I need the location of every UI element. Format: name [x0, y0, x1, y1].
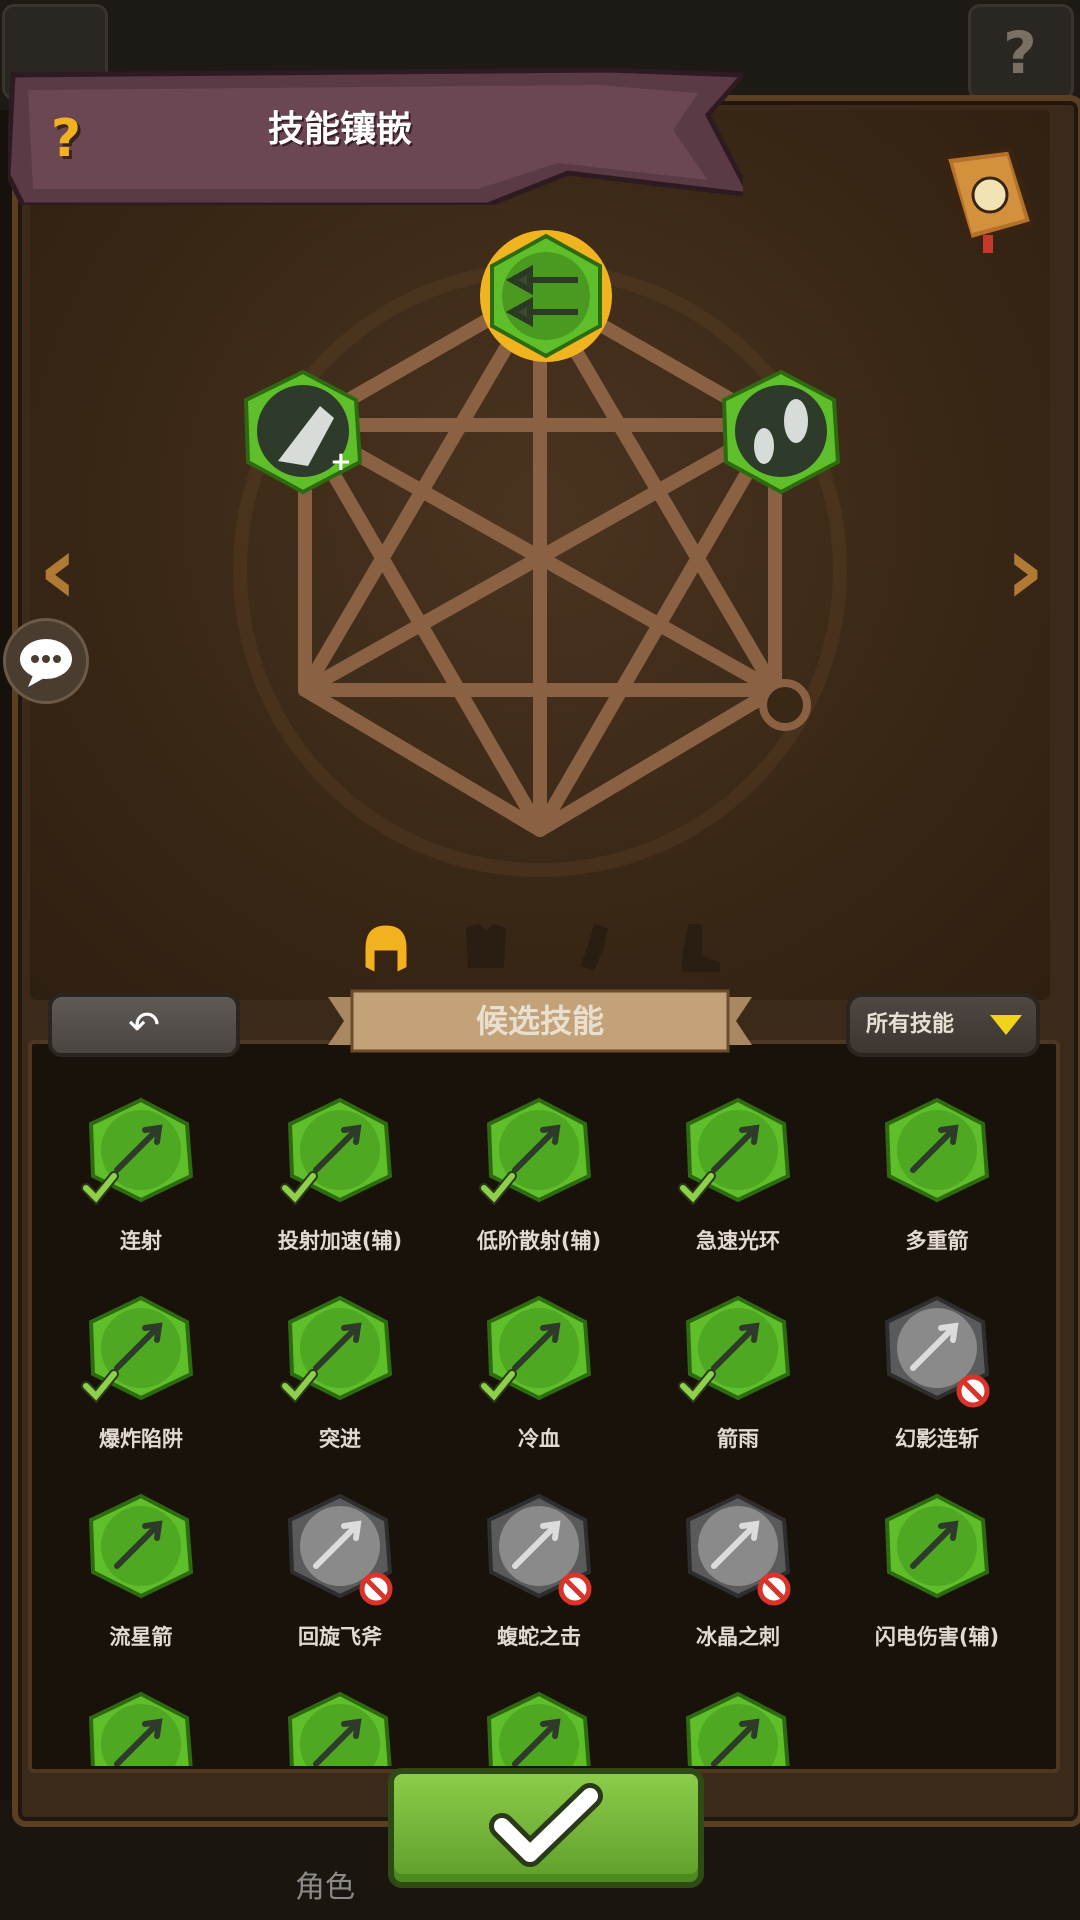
skill-label: 闪电伤害(辅) [874, 1625, 1000, 1649]
checkmark-badge-icon [479, 1171, 517, 1206]
dropdown-triangle-icon [990, 1015, 1022, 1035]
skill-label: 箭雨 [717, 1427, 759, 1451]
skill-label: 突进 [319, 1427, 361, 1451]
glove-tab[interactable] [564, 918, 624, 978]
prohibited-icon [757, 1572, 791, 1606]
skill-item[interactable]: 回旋飞斧 [265, 1492, 415, 1667]
filter-label: 所有技能 [866, 1012, 955, 1037]
chevron-left-icon[interactable]: ‹ [28, 520, 88, 620]
skill-item[interactable]: 闪电伤害(辅) [862, 1492, 1012, 1667]
poison-flask-icon [685, 1691, 790, 1766]
burst-icon [88, 1691, 193, 1766]
checkmark-badge-icon [479, 1369, 517, 1404]
skill-item[interactable]: 投射加速(辅) [265, 1096, 415, 1271]
skill-label: 幻影连斩 [895, 1427, 979, 1451]
skill-filter-dropdown[interactable]: 所有技能 [846, 993, 1040, 1057]
skill-item[interactable] [464, 1690, 614, 1766]
svg-text:+: + [330, 447, 352, 477]
prohibited-icon [359, 1572, 393, 1606]
boots-tab[interactable] [668, 918, 728, 978]
skill-label: 蝮蛇之击 [497, 1625, 581, 1649]
skill-item[interactable]: 急速光环 [663, 1096, 813, 1271]
skill-item[interactable]: 低阶散射(辅) [464, 1096, 614, 1271]
checkmark-badge-icon [678, 1171, 716, 1206]
lightning-icon [884, 1493, 990, 1599]
pentagram-slot-top[interactable] [478, 228, 614, 364]
skill-label: 流星箭 [109, 1625, 173, 1649]
skill-item[interactable]: 蝮蛇之击 [464, 1492, 614, 1667]
skill-item[interactable]: 幻影连斩 [862, 1294, 1012, 1469]
page-title: 技能镶嵌 [267, 109, 412, 150]
meteor-arrow-icon [88, 1493, 194, 1599]
skill-label: 回旋飞斧 [298, 1625, 382, 1649]
helmet-tab[interactable] [356, 918, 416, 978]
prohibited-icon [558, 1572, 592, 1606]
skill-label: 低阶散射(辅) [476, 1229, 602, 1253]
armor-tab[interactable] [456, 918, 516, 978]
skill-item[interactable]: 爆炸陷阱 [66, 1294, 216, 1469]
skill-item[interactable] [66, 1690, 216, 1766]
winged-boot-icon [486, 1691, 591, 1766]
back-button[interactable]: ↶ [48, 993, 240, 1057]
checkmark-badge-icon [81, 1369, 119, 1404]
chat-bubble-icon [20, 639, 72, 687]
skill-label: 多重箭 [905, 1229, 969, 1253]
skill-label: 急速光环 [696, 1229, 780, 1253]
skill-label: 冰晶之刺 [696, 1625, 780, 1649]
spellbook-icon[interactable] [935, 145, 1040, 255]
checkmark-badge-icon [280, 1369, 318, 1404]
checkmark-badge-icon [81, 1171, 119, 1206]
skill-label: 冷血 [518, 1427, 560, 1451]
skill-item[interactable]: 突进 [265, 1294, 415, 1469]
skill-item[interactable]: 冷血 [464, 1294, 614, 1469]
confirm-button[interactable] [388, 1768, 704, 1888]
skill-item[interactable]: 冰晶之刺 [663, 1492, 813, 1667]
pentagram-slot-right[interactable] [716, 366, 846, 496]
skill-item[interactable]: 箭雨 [663, 1294, 813, 1469]
multi-arrow-icon [884, 1097, 990, 1203]
skill-item[interactable] [265, 1690, 415, 1766]
skill-item[interactable]: 连射 [66, 1096, 216, 1271]
pentagram-slot-left[interactable]: + [238, 366, 368, 496]
skill-label: 爆炸陷阱 [99, 1427, 183, 1451]
skill-item[interactable] [663, 1690, 813, 1766]
skill-label: 连射 [120, 1229, 162, 1253]
empty-slot-icon [759, 679, 811, 731]
help-icon[interactable]: ? [40, 108, 92, 170]
skill-item[interactable]: 多重箭 [862, 1096, 1012, 1271]
chevron-right-icon[interactable]: › [995, 520, 1055, 620]
checkmark-icon [489, 1783, 603, 1867]
checkmark-badge-icon [280, 1171, 318, 1206]
checkmark-badge-icon [678, 1369, 716, 1404]
spiked-shield-icon [287, 1691, 392, 1766]
skill-label: 投射加速(辅) [277, 1229, 403, 1253]
candidate-skills-label: 候选技能 [475, 1002, 604, 1040]
role-tab-label[interactable]: 角色 [270, 1865, 380, 1910]
chat-button[interactable] [3, 618, 89, 704]
top-help-icon[interactable]: ? [990, 18, 1050, 88]
undo-arrow-icon: ↶ [128, 1003, 160, 1047]
skill-item[interactable]: 流星箭 [66, 1492, 216, 1667]
prohibited-icon [956, 1374, 990, 1408]
